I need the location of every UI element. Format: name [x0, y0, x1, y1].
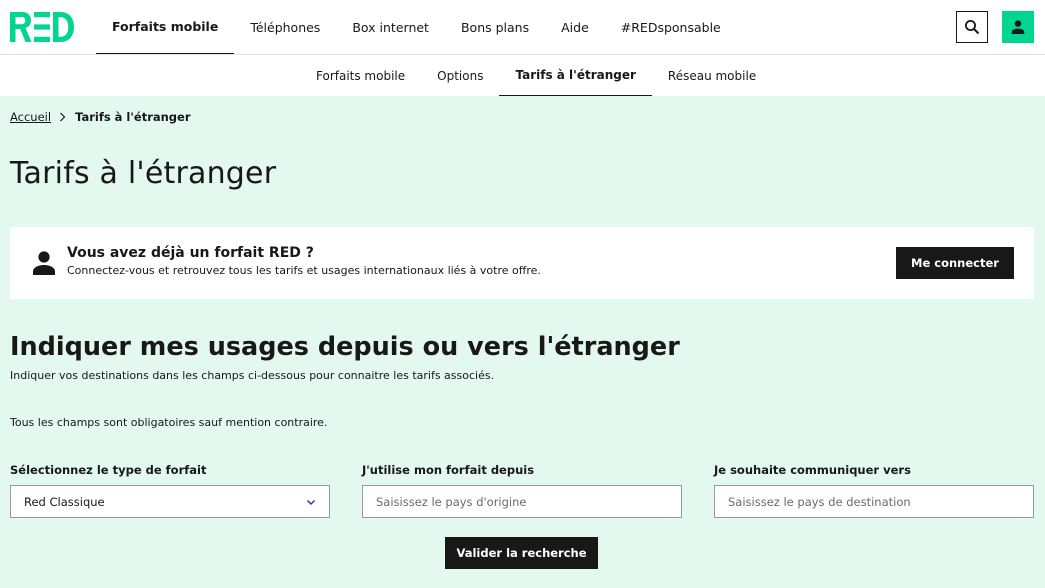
- main-nav-item-bons-plans[interactable]: Bons plans: [445, 0, 545, 54]
- main-nav-item-forfaits-mobile[interactable]: Forfaits mobile: [96, 0, 235, 54]
- sub-header: Forfaits mobile Options Tarifs à l'étran…: [0, 55, 1045, 96]
- main-nav: Forfaits mobile Téléphones Box internet …: [96, 0, 737, 54]
- person-icon: [33, 251, 55, 279]
- person-icon: [1011, 20, 1025, 34]
- sub-nav-item-tarifs-etranger[interactable]: Tarifs à l'étranger: [499, 55, 652, 96]
- plan-type-select[interactable]: Red Classique: [10, 485, 330, 518]
- destination-input[interactable]: [728, 494, 1020, 509]
- breadcrumb-home-link[interactable]: Accueil: [10, 110, 51, 124]
- plan-type-value: Red Classique: [24, 494, 105, 509]
- origin-input[interactable]: [376, 494, 668, 509]
- red-logo-icon: [10, 12, 74, 42]
- search-button[interactable]: [956, 11, 988, 43]
- login-card-title: Vous avez déjà un forfait RED ?: [67, 245, 314, 261]
- plan-type-label: Sélectionnez le type de forfait: [10, 463, 207, 477]
- breadcrumb-current: Tarifs à l'étranger: [75, 110, 191, 124]
- main-nav-item-box-internet[interactable]: Box internet: [336, 0, 445, 54]
- connect-button[interactable]: Me connecter: [896, 247, 1014, 279]
- red-logo[interactable]: [10, 12, 74, 42]
- usage-section-title: Indiquer mes usages depuis ou vers l'étr…: [10, 332, 680, 362]
- sub-nav-item-reseau-mobile[interactable]: Réseau mobile: [652, 55, 772, 96]
- login-card-text: Connectez-vous et retrouvez tous les tar…: [67, 264, 541, 277]
- page-title: Tarifs à l'étranger: [10, 156, 277, 191]
- origin-field: [362, 485, 682, 518]
- destination-label: Je souhaite communiquer vers: [714, 463, 911, 477]
- submit-search-button[interactable]: Valider la recherche: [445, 537, 598, 569]
- main-nav-item-aide[interactable]: Aide: [545, 0, 605, 54]
- top-header: Forfaits mobile Téléphones Box internet …: [0, 0, 1045, 55]
- breadcrumb: Accueil Tarifs à l'étranger: [10, 110, 191, 124]
- search-icon: [965, 20, 980, 35]
- sub-nav-item-forfaits-mobile[interactable]: Forfaits mobile: [300, 55, 421, 96]
- usage-section-description: Indiquer vos destinations dans les champ…: [10, 369, 495, 382]
- sub-nav-item-options[interactable]: Options: [421, 55, 499, 96]
- account-button[interactable]: [1002, 11, 1034, 43]
- chevron-down-icon: [306, 495, 316, 509]
- main-nav-item-telephones[interactable]: Téléphones: [234, 0, 336, 54]
- origin-label: J'utilise mon forfait depuis: [362, 463, 535, 477]
- chevron-right-icon: [59, 112, 66, 122]
- main-nav-item-redsponsable[interactable]: #REDsponsable: [605, 0, 737, 54]
- sub-nav: Forfaits mobile Options Tarifs à l'étran…: [300, 55, 772, 96]
- destination-field: [714, 485, 1034, 518]
- login-card: Vous avez déjà un forfait RED ? Connecte…: [10, 227, 1034, 299]
- mandatory-fields-note: Tous les champs sont obligatoires sauf m…: [10, 416, 328, 429]
